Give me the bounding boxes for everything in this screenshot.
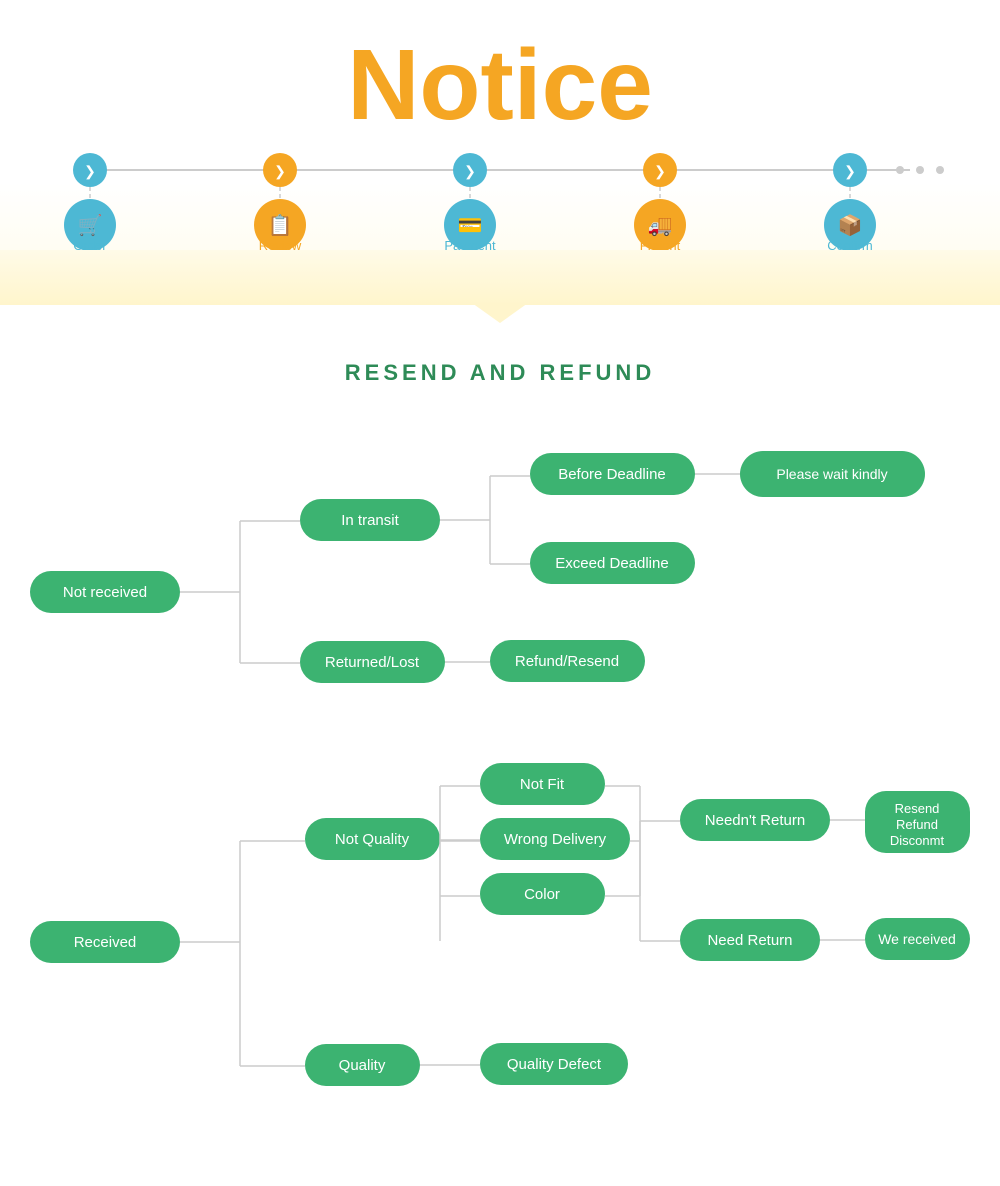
svg-text:Needn't Return: Needn't Return	[705, 812, 805, 829]
svg-text:Order: Order	[73, 238, 107, 250]
svg-text:Returned/Lost: Returned/Lost	[325, 654, 420, 671]
svg-text:❯: ❯	[274, 163, 286, 180]
svg-text:Freight: Freight	[640, 238, 681, 250]
svg-text:Not Fit: Not Fit	[520, 776, 565, 793]
flow2-svg: Received Not Quality Not Fit Wrong Deliv…	[20, 726, 980, 1146]
page-title: Notice	[0, 30, 1000, 140]
svg-text:❯: ❯	[654, 163, 666, 180]
svg-text:Disconmt: Disconmt	[890, 833, 945, 848]
svg-text:Refund: Refund	[896, 817, 938, 832]
svg-text:Please wait kindly: Please wait kindly	[776, 466, 887, 482]
flowchart: Not received In transit Before Deadline …	[0, 416, 1000, 1186]
svg-text:Refund/Resend: Refund/Resend	[515, 653, 619, 670]
svg-text:Not Quality: Not Quality	[335, 831, 410, 848]
progress-bar-svg: ❯ 🛒 Order ❯ 📋 Review ❯ 💳 Payment ❯ �	[30, 150, 970, 250]
svg-text:Received: Received	[74, 934, 137, 951]
svg-text:Quality Defect: Quality Defect	[507, 1056, 602, 1073]
svg-text:📋: 📋	[268, 213, 293, 237]
svg-text:In transit: In transit	[341, 512, 399, 529]
svg-text:❯: ❯	[84, 163, 96, 180]
svg-text:Review: Review	[259, 238, 302, 250]
section-title: RESEND AND REFUND	[0, 360, 1000, 386]
svg-text:❯: ❯	[844, 163, 856, 180]
svg-text:Exceed Deadline: Exceed Deadline	[555, 555, 668, 572]
svg-text:📦: 📦	[838, 213, 863, 237]
svg-text:We received: We received	[878, 931, 956, 947]
svg-text:Wrong Delivery: Wrong Delivery	[504, 831, 607, 848]
wave-section	[0, 250, 1000, 305]
svg-text:Confirm: Confirm	[827, 238, 873, 250]
svg-text:Quality: Quality	[339, 1057, 386, 1074]
svg-text:🚚: 🚚	[648, 215, 673, 237]
svg-text:🛒: 🛒	[78, 213, 103, 237]
svg-text:Before Deadline: Before Deadline	[558, 466, 666, 483]
progress-area: ❯ 🛒 Order ❯ 📋 Review ❯ 💳 Payment ❯ �	[0, 150, 1000, 250]
svg-text:Not received: Not received	[63, 584, 147, 601]
svg-text:❯: ❯	[464, 163, 476, 180]
svg-text:💳: 💳	[458, 215, 483, 237]
svg-text:Need Return: Need Return	[707, 932, 792, 949]
svg-text:Color: Color	[524, 886, 560, 903]
title-section: Notice	[0, 0, 1000, 150]
svg-text:Payment: Payment	[444, 238, 496, 250]
svg-text:Resend: Resend	[895, 801, 940, 816]
flow1-svg: Not received In transit Before Deadline …	[20, 416, 980, 726]
